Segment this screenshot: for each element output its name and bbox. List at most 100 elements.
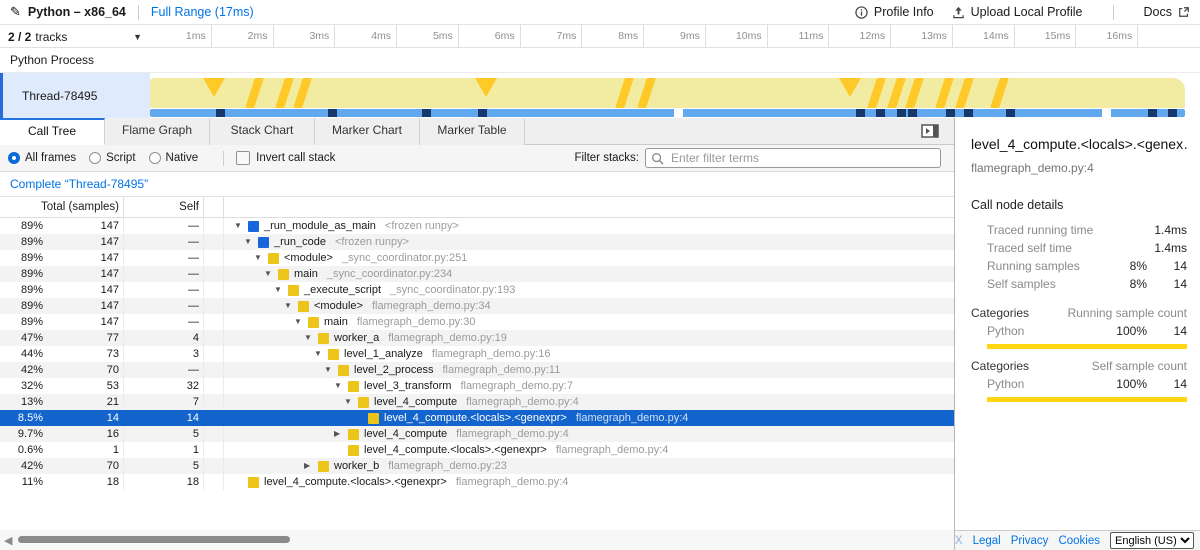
self-column-header[interactable]: Self [124, 197, 204, 217]
sample-segment [946, 109, 955, 117]
full-range-link[interactable]: Full Range (17ms) [151, 5, 254, 19]
ruler-tick: 7ms [520, 25, 582, 47]
function-name: level_2_process [354, 362, 434, 378]
self-samples: 5 [124, 426, 204, 442]
category-name: Python [971, 375, 1103, 393]
footer-links: Legal Privacy Cookies [973, 535, 1100, 547]
call-tree-row[interactable]: 42%705▶worker_bflamegraph_demo.py:23 [0, 458, 954, 474]
call-tree-row[interactable]: 32%5332▼level_3_transformflamegraph_demo… [0, 378, 954, 394]
category-swatch-yellow [318, 333, 329, 344]
radio-native[interactable]: Native [149, 152, 199, 164]
tree-cell: ▼main_sync_coordinator.py:234 [224, 266, 954, 282]
category-swatch-blue [258, 237, 269, 248]
call-tree-row[interactable]: 42%70—▼level_2_processflamegraph_demo.py… [0, 362, 954, 378]
spacer-cell [204, 266, 224, 282]
thread-label-cell[interactable]: Thread-78495 [0, 73, 150, 118]
total-percent: 13% [0, 394, 46, 410]
call-tree-row[interactable]: 89%147—▼<module>_sync_coordinator.py:251 [0, 250, 954, 266]
tab-marker-chart[interactable]: Marker Chart [315, 118, 420, 145]
upload-profile-button[interactable]: Upload Local Profile [952, 5, 1083, 19]
tracks-dropdown[interactable]: 2 / 2 tracks ▼ [0, 25, 150, 48]
tab-flame-graph[interactable]: Flame Graph [105, 118, 210, 145]
x-social-link[interactable]: X [955, 535, 963, 547]
self-samples: 18 [124, 474, 204, 490]
twisty-open-icon[interactable]: ▼ [244, 234, 258, 250]
twisty-open-icon[interactable]: ▼ [284, 298, 298, 314]
call-tree-row[interactable]: 13%217▼level_4_computeflamegraph_demo.py… [0, 394, 954, 410]
twisty-open-icon[interactable]: ▼ [264, 266, 278, 282]
twisty-open-icon[interactable]: ▼ [274, 282, 288, 298]
twisty-open-icon[interactable]: ▼ [254, 250, 268, 266]
ruler-tick: 2ms [212, 25, 274, 47]
tree-cell: level_4_compute.<locals>.<genexpr>flameg… [224, 442, 954, 458]
profile-info-button[interactable]: Profile Info [855, 5, 934, 19]
categories-metric: Running sample count [1068, 304, 1187, 322]
language-select[interactable]: English (US) [1110, 532, 1194, 549]
complete-thread-link[interactable]: Complete “Thread-78495” [10, 177, 148, 191]
spacer-cell [204, 362, 224, 378]
process-track-row[interactable]: Python Process [0, 48, 1200, 73]
twisty-open-icon[interactable]: ▼ [314, 346, 328, 362]
detail-row: Running samples8%14 [971, 257, 1187, 275]
total-samples: 77 [46, 330, 124, 346]
radio-script[interactable]: Script [89, 152, 135, 164]
category-row: Python100%14 [971, 322, 1187, 340]
self-samples: — [124, 218, 204, 234]
call-tree-row[interactable]: 89%147—▼_run_code<frozen runpy> [0, 234, 954, 250]
invert-call-stack-checkbox[interactable]: Invert call stack [236, 151, 335, 165]
edit-pencil-icon[interactable]: ✎ [10, 4, 21, 20]
tab-call-tree[interactable]: Call Tree [0, 118, 105, 145]
sidebar-toggle-button[interactable] [920, 123, 940, 139]
filter-stacks-input[interactable] [669, 150, 935, 166]
call-tree-row[interactable]: 89%147—▼_execute_script_sync_coordinator… [0, 282, 954, 298]
call-tree-row[interactable]: 9.7%165▶level_4_computeflamegraph_demo.p… [0, 426, 954, 442]
tab-marker-table[interactable]: Marker Table [420, 118, 525, 145]
spacer-cell [204, 474, 224, 490]
docs-link[interactable]: Docs [1144, 5, 1190, 19]
twisty-open-icon[interactable]: ▼ [324, 362, 338, 378]
footer-link-cookies[interactable]: Cookies [1058, 535, 1100, 547]
thread-track-row[interactable]: Thread-78495 [0, 73, 1200, 118]
category-swatch-yellow [268, 253, 279, 264]
radio-all-frames[interactable]: All frames [8, 152, 76, 164]
twisty-open-icon[interactable]: ▼ [294, 314, 308, 330]
call-tree-row[interactable]: 89%147—▼_run_module_as_main<frozen runpy… [0, 218, 954, 234]
twisty-open-icon[interactable]: ▼ [234, 218, 248, 234]
call-tree-row[interactable]: 89%147—▼main_sync_coordinator.py:234 [0, 266, 954, 282]
call-tree-row[interactable]: 8.5%1414level_4_compute.<locals>.<genexp… [0, 410, 954, 426]
call-tree-row[interactable]: 47%774▼worker_aflamegraph_demo.py:19 [0, 330, 954, 346]
tab-stack-chart[interactable]: Stack Chart [210, 118, 315, 145]
detail-value: 14 [1147, 275, 1187, 293]
footer-link-privacy[interactable]: Privacy [1011, 535, 1049, 547]
horizontal-scrollbar-thumb[interactable] [18, 536, 290, 543]
twisty-open-icon[interactable]: ▼ [344, 394, 358, 410]
call-tree-row[interactable]: 89%147—▼<module>flamegraph_demo.py:34 [0, 298, 954, 314]
twisty-open-icon[interactable]: ▼ [334, 378, 348, 394]
total-samples: 147 [46, 314, 124, 330]
sample-segment [876, 109, 885, 117]
call-tree-row[interactable]: 11%1818level_4_compute.<locals>.<genexpr… [0, 474, 954, 490]
top-header: ✎ Python – x86_64 Full Range (17ms) Prof… [0, 0, 1200, 25]
radio-icon [8, 152, 20, 164]
total-samples: 73 [46, 346, 124, 362]
file-location: flamegraph_demo.py:4 [456, 426, 569, 442]
self-samples: 5 [124, 458, 204, 474]
total-samples: 147 [46, 266, 124, 282]
total-column-header[interactable]: Total (samples) [0, 197, 124, 217]
thread-track-canvas[interactable] [150, 73, 1200, 118]
samples-strip [150, 109, 1185, 117]
categories-header: CategoriesSelf sample count [971, 357, 1187, 375]
twisty-open-icon[interactable]: ▼ [304, 330, 318, 346]
process-label: Python Process [10, 53, 94, 67]
call-tree-row[interactable]: 0.6%11level_4_compute.<locals>.<genexpr>… [0, 442, 954, 458]
footer-link-legal[interactable]: Legal [973, 535, 1001, 547]
collapse-left-icon[interactable]: ◀ [4, 534, 12, 547]
twisty-collapsed-icon[interactable]: ▶ [304, 458, 318, 474]
call-tree-row[interactable]: 89%147—▼mainflamegraph_demo.py:30 [0, 314, 954, 330]
marker-slash-icon [292, 78, 312, 108]
twisty-collapsed-icon[interactable]: ▶ [334, 426, 348, 442]
detail-row: Self samples8%14 [971, 275, 1187, 293]
call-tree-row[interactable]: 44%733▼level_1_analyzeflamegraph_demo.py… [0, 346, 954, 362]
header-divider [1113, 5, 1114, 20]
spacer-cell [204, 442, 224, 458]
